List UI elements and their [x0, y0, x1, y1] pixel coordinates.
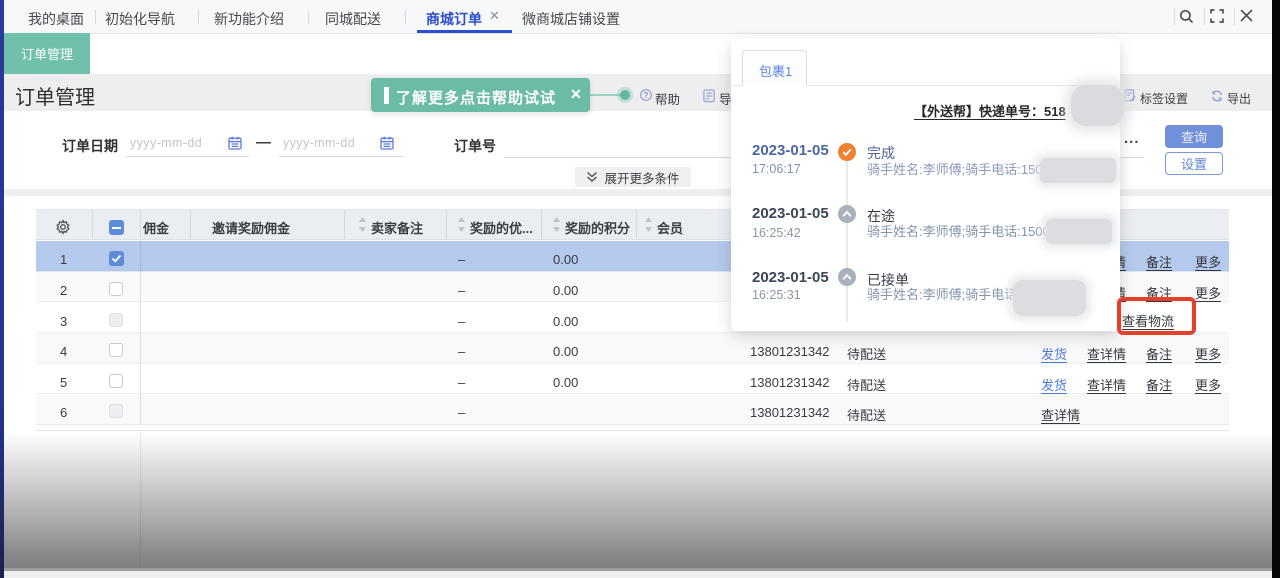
svg-text:?: ? [644, 91, 649, 100]
